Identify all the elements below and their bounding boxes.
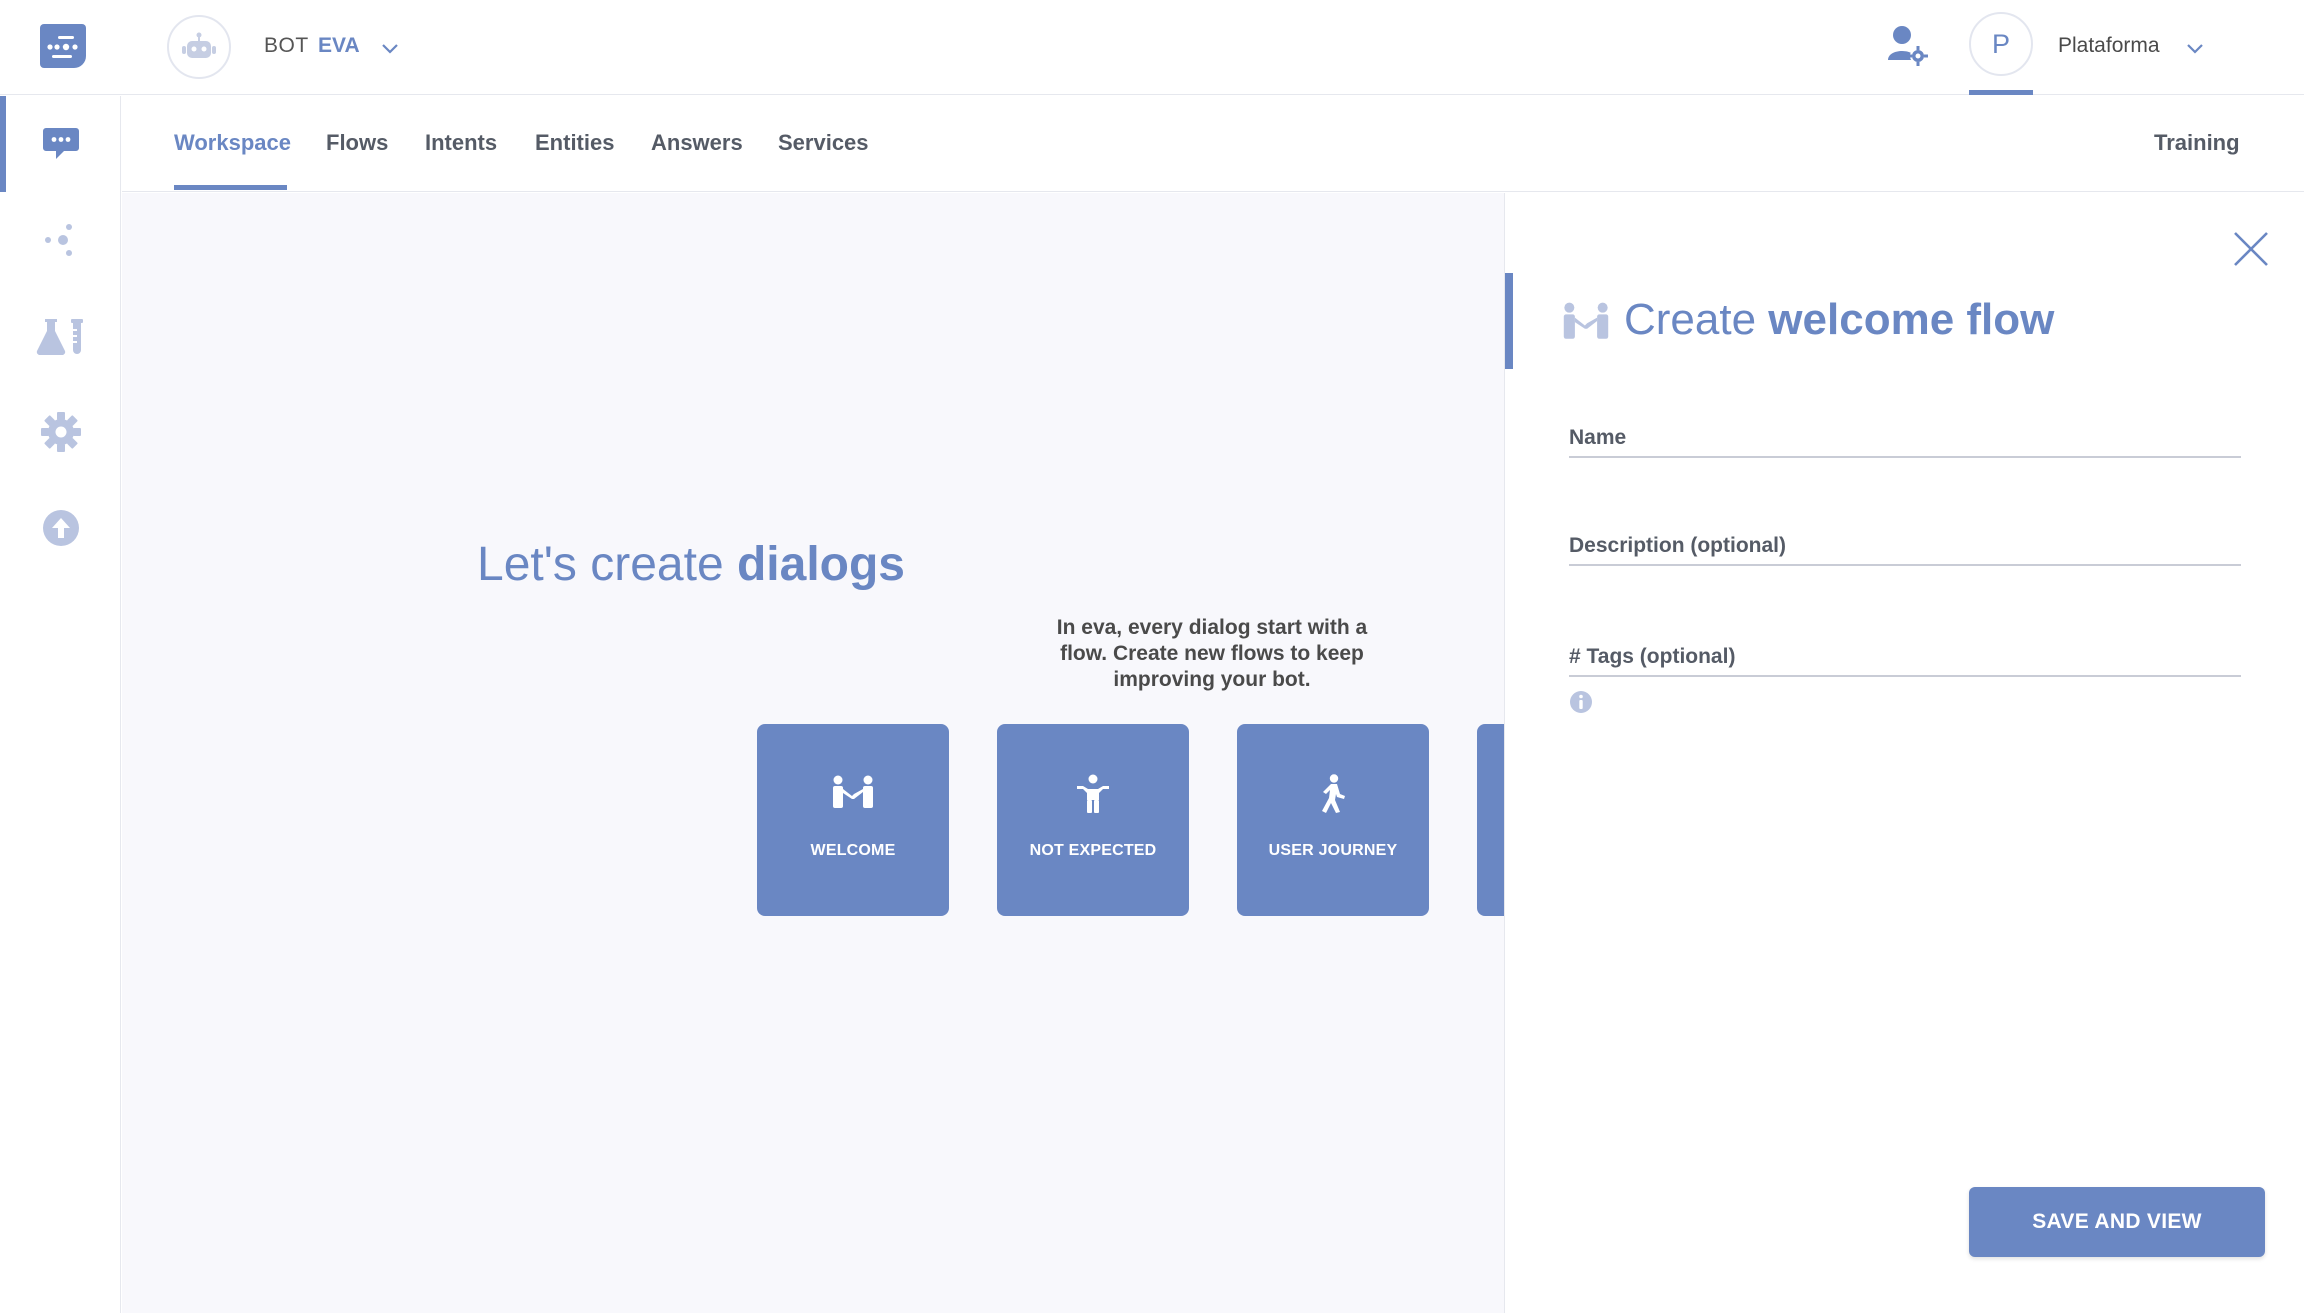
gear-icon <box>40 412 81 452</box>
flow-card-welcome[interactable]: WELCOME <box>757 724 949 916</box>
flow-card-user-journey[interactable]: USER JOURNEY <box>1237 724 1429 916</box>
chat-icon <box>42 128 79 159</box>
sidebar-item-dialogs[interactable] <box>0 96 121 192</box>
avatar[interactable]: P <box>1969 12 2033 76</box>
sidebar-item-lab[interactable] <box>0 288 121 384</box>
avatar-initial: P <box>1991 28 2010 59</box>
walking-person-icon <box>1237 774 1429 818</box>
panel-title-accent <box>1505 273 1513 369</box>
tags-field-label: # Tags (optional) <box>1569 645 1736 668</box>
tags-field[interactable]: # Tags (optional) <box>1569 637 2241 677</box>
bot-avatar[interactable] <box>167 15 231 79</box>
tab-intents[interactable]: Intents <box>425 130 497 156</box>
panel-title-prefix: Create <box>1624 295 1769 344</box>
sidebar <box>0 96 121 1313</box>
description-field-label: Description (optional) <box>1569 534 1786 557</box>
avatar-active-indicator <box>1969 90 2033 95</box>
nodes-icon <box>44 224 72 256</box>
description-field[interactable]: Description (optional) <box>1569 526 2241 566</box>
sidebar-item-settings[interactable] <box>0 384 121 480</box>
sidebar-item-deploy[interactable] <box>0 480 121 576</box>
tab-services[interactable]: Services <box>778 130 869 156</box>
training-button[interactable]: Training <box>2154 130 2240 156</box>
hero-subtitle: In eva, every dialog start with a flow. … <box>1056 616 1368 691</box>
name-field-label: Name <box>1569 426 1627 449</box>
save-and-view-button[interactable]: SAVE AND VIEW <box>1969 1187 2265 1257</box>
app-logo-icon[interactable] <box>38 22 88 70</box>
hero-title-strong: dialogs <box>736 538 905 591</box>
chevron-down-icon[interactable] <box>378 38 402 58</box>
hero-title-prefix: Let's create <box>477 538 737 591</box>
panel-title-strong: welcome flow <box>1768 295 2055 344</box>
flow-card-label: USER JOURNEY <box>1268 842 1398 859</box>
close-icon[interactable] <box>2231 229 2271 269</box>
handshake-icon <box>757 774 949 818</box>
top-bar: BOT EVA P Plataforma <box>0 0 2304 95</box>
user-settings-icon[interactable] <box>1886 24 1930 68</box>
chevron-down-icon[interactable] <box>2183 38 2207 58</box>
hero-title: Let's create dialogs <box>122 537 1504 592</box>
bot-name[interactable]: EVA <box>318 34 360 58</box>
workspace-canvas: Let's create dialogs In eva, every dialo… <box>122 193 1504 1313</box>
sidebar-item-nodes[interactable] <box>0 192 121 288</box>
active-tab-indicator <box>174 185 287 190</box>
flow-card-label: NOT EXPECTED <box>1029 842 1157 859</box>
create-flow-panel: Create welcome flow Name Description (op… <box>1504 193 2304 1313</box>
flow-card-not-expected[interactable]: NOT EXPECTED <box>997 724 1189 916</box>
name-field[interactable]: Name <box>1569 418 2241 458</box>
upload-icon <box>42 510 79 546</box>
account-name[interactable]: Plataforma <box>2058 34 2160 58</box>
tab-entities[interactable]: Entities <box>535 130 614 156</box>
main-tabs: Workspace Flows Intents Entities Answers… <box>122 96 2304 192</box>
flow-card-partial[interactable] <box>1477 724 1504 916</box>
robot-icon <box>182 32 216 58</box>
handshake-icon <box>1561 301 1611 341</box>
lab-flask-icon <box>36 319 83 355</box>
tab-workspace[interactable]: Workspace <box>174 130 291 156</box>
bot-label: BOT <box>264 34 309 57</box>
flow-card-label: WELCOME <box>810 842 896 859</box>
panel-title: Create welcome flow <box>1624 295 2054 345</box>
info-icon[interactable] <box>1569 690 1593 714</box>
tab-flows[interactable]: Flows <box>326 130 388 156</box>
tab-answers[interactable]: Answers <box>651 130 743 156</box>
shrug-person-icon <box>997 774 1189 818</box>
